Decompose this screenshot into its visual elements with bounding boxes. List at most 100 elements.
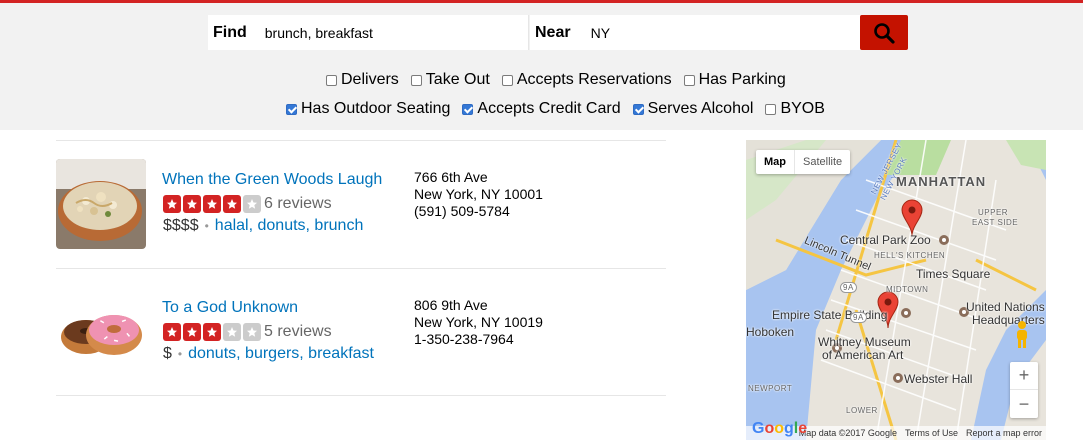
result-card: When the Green Woods Laugh 6 reviews $$$… [56,159,666,249]
find-input[interactable]: brunch, breakfast [265,25,373,41]
zoom-out-button[interactable]: − [1010,390,1038,418]
star-icon [203,323,221,341]
business-address: 806 9th Ave New York, NY 10019 1-350-238… [414,297,543,348]
phone-number: 1-350-238-7964 [414,331,514,347]
star-icon [163,195,181,213]
filter-label: Take Out [425,71,490,88]
terms-link[interactable]: Terms of Use [905,428,958,438]
take-out-checkbox[interactable] [410,74,422,86]
tab-map[interactable]: Map [756,150,794,174]
review-count: 5 reviews [264,323,332,340]
business-meta: $ • donuts, burgers, breakfast [163,345,374,363]
business-name-link[interactable]: When the Green Woods Laugh [162,171,382,189]
category-links[interactable]: donuts, burgers, breakfast [188,345,374,363]
zoom-in-button[interactable]: + [1010,362,1038,390]
pasta-photo[interactable] [56,159,146,249]
find-field[interactable]: Find brunch, breakfast [208,15,529,50]
address-line-2: New York, NY 10019 [414,314,543,330]
separator-dot: • [204,219,209,233]
route-badge: 9A [850,312,867,323]
map-label: Empire State Building [772,308,888,322]
search-header: Find brunch, breakfast Near NY Delivers … [0,3,1083,130]
map-label: Headquarters [972,313,1045,327]
filters-row-1: Delivers Take Out Accepts Reservations H… [326,71,798,89]
results-divider [56,268,666,269]
results-divider [56,395,666,396]
map-label: NEWPORT [748,384,793,393]
filter-delivers[interactable]: Delivers [326,71,399,89]
filter-accepts-reservations[interactable]: Accepts Reservations [501,71,672,89]
report-map-error-link[interactable]: Report a map error [966,428,1042,438]
filter-label: Accepts Reservations [516,71,672,88]
outdoor-seating-checkbox[interactable] [286,103,297,115]
map-type-control: Map Satellite [756,150,851,174]
business-name-link[interactable]: To a God Unknown [162,299,298,317]
filter-take-out[interactable]: Take Out [410,71,490,89]
credit-card-checkbox[interactable] [462,103,474,115]
near-input[interactable]: NY [591,25,610,41]
filter-serves-alcohol[interactable]: Serves Alcohol [632,100,754,118]
search-button[interactable] [860,15,908,50]
filter-label: BYOB [780,100,825,117]
near-label: Near [535,23,571,41]
star-rating: 5 reviews [163,323,332,341]
near-field[interactable]: Near NY [530,15,860,50]
star-icon [223,195,241,213]
star-icon [223,323,241,341]
address-line-2: New York, NY 10001 [414,186,543,202]
tab-satellite[interactable]: Satellite [794,150,850,174]
star-icon [163,323,181,341]
star-icon [183,195,201,213]
map-label: MANHATTAN [896,174,987,189]
map-label: UPPER [978,208,1009,217]
category-links[interactable]: halal, donuts, brunch [215,217,364,235]
star-icon [203,195,221,213]
find-label: Find [213,23,247,41]
phone-number: (591) 509-5784 [414,203,510,219]
result-card: To a God Unknown 5 reviews $ • donuts, b… [56,287,666,377]
filter-label: Accepts Credit Card [477,100,621,117]
star-icon [243,195,261,213]
filters-row-2: Has Outdoor Seating Accepts Credit Card … [286,100,837,118]
filter-outdoor-seating[interactable]: Has Outdoor Seating [286,100,450,118]
business-meta: $$$$ • halal, donuts, brunch [163,217,363,235]
zoom-control: + − [1010,362,1038,418]
map-label: LOWER [846,406,878,415]
map-label: MIDTOWN [886,285,929,294]
map-label: of American Art [822,348,904,362]
filter-credit-card[interactable]: Accepts Credit Card [462,100,621,118]
map-label: Central Park Zoo [840,233,931,247]
search-bar: Find brunch, breakfast Near NY [208,15,908,53]
accepts-reservations-checkbox[interactable] [501,74,513,86]
serves-alcohol-checkbox[interactable] [632,103,644,115]
filter-label: Has Outdoor Seating [301,100,451,117]
route-badge: 9A [840,282,857,293]
filter-label: Serves Alcohol [647,100,754,117]
address-line-1: 766 6th Ave [414,169,488,185]
map-label: United Nations [966,300,1045,314]
filter-label: Delivers [341,71,399,88]
star-icon [183,323,201,341]
map-label: Times Square [916,267,991,281]
map-label: EAST SIDE [972,218,1019,227]
price-range: $$$$ [163,217,199,234]
donut-photo[interactable] [56,287,146,377]
has-parking-checkbox[interactable] [683,74,695,86]
pegman-icon[interactable] [1012,320,1032,350]
map-label: Hoboken [746,325,795,339]
search-icon [874,22,895,44]
byob-checkbox[interactable] [765,103,777,115]
filter-label: Has Parking [698,71,786,88]
map-label: HELL'S KITCHEN [874,251,946,260]
map-panel[interactable]: MANHATTAN UPPER EAST SIDE Central Park Z… [746,140,1046,440]
map-label: Whitney Museum [818,335,911,349]
delivers-checkbox[interactable] [326,74,337,86]
star-rating: 6 reviews [163,195,332,213]
star-icon [243,323,261,341]
review-count: 6 reviews [264,195,332,212]
google-logo: Google [752,420,808,437]
filter-has-parking[interactable]: Has Parking [683,71,786,89]
map-label: Webster Hall [904,372,973,386]
results-divider [56,140,666,141]
filter-byob[interactable]: BYOB [765,100,825,118]
